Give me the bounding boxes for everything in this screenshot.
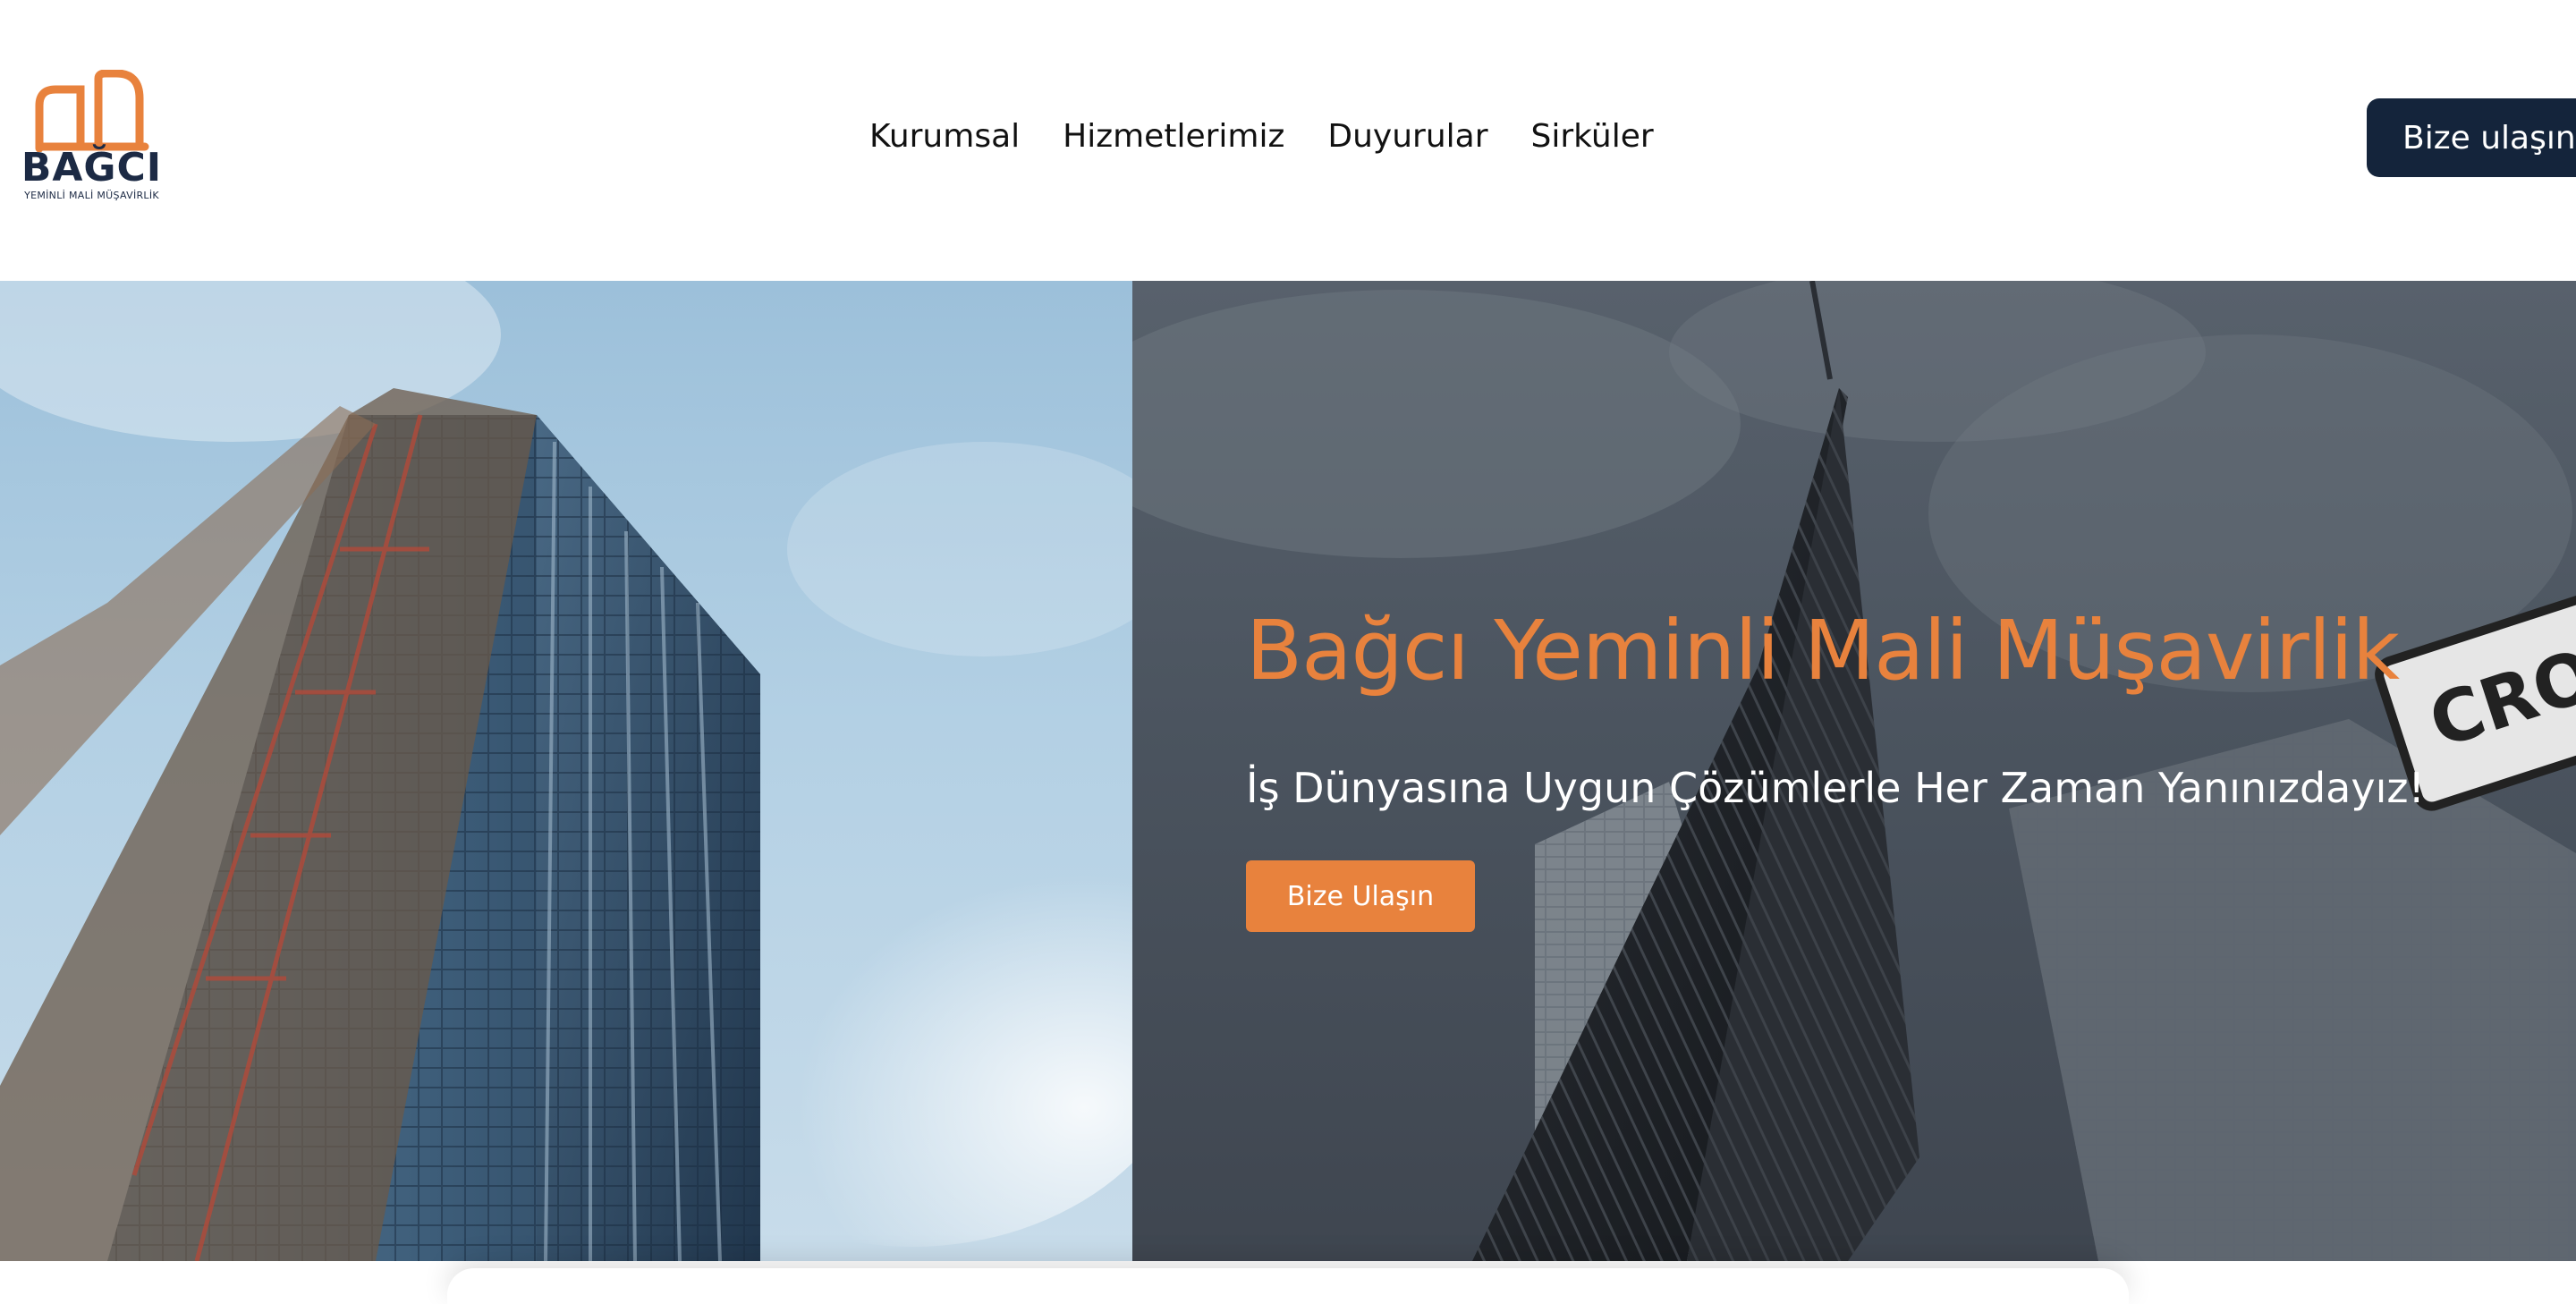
brand-logo[interactable]: BAĞCI YEMİNLİ MALİ MÜŞAVİRLİK (18, 70, 165, 204)
hero-banner: CRO Bağcı Yeminli Mali Müşavirlik İş Dün… (0, 281, 2576, 1261)
nav-item-hizmetlerimiz[interactable]: Hizmetlerimiz (1063, 118, 1284, 155)
main-nav: Kurumsal Hizmetlerimiz Duyurular Sirküle… (869, 109, 1654, 163)
contact-button-hero[interactable]: Bize Ulaşın (1246, 860, 1475, 932)
contact-button-header[interactable]: Bize ulaşın (2367, 98, 2576, 177)
nav-item-sirkuler[interactable]: Sirküler (1531, 118, 1654, 155)
nav-item-kurumsal[interactable]: Kurumsal (869, 118, 1020, 155)
hero-image-left (0, 281, 1132, 1261)
hero-subtitle: İş Dünyasına Uygun Çözümlerle Her Zaman … (1246, 764, 2425, 812)
content-section-top (0, 1261, 2576, 1304)
brand-tagline: YEMİNLİ MALİ MÜŞAVİRLİK (24, 190, 159, 201)
house-logo-icon (35, 70, 149, 152)
site-header: BAĞCI YEMİNLİ MALİ MÜŞAVİRLİK Kurumsal H… (0, 0, 2576, 281)
hero-title: Bağcı Yeminli Mali Müşavirlik (1246, 603, 2400, 699)
skyscraper-illustration (0, 281, 1132, 1261)
nav-item-duyurular[interactable]: Duyurular (1327, 118, 1487, 155)
content-card (447, 1268, 2129, 1304)
brand-name: BAĞCI (21, 145, 163, 191)
